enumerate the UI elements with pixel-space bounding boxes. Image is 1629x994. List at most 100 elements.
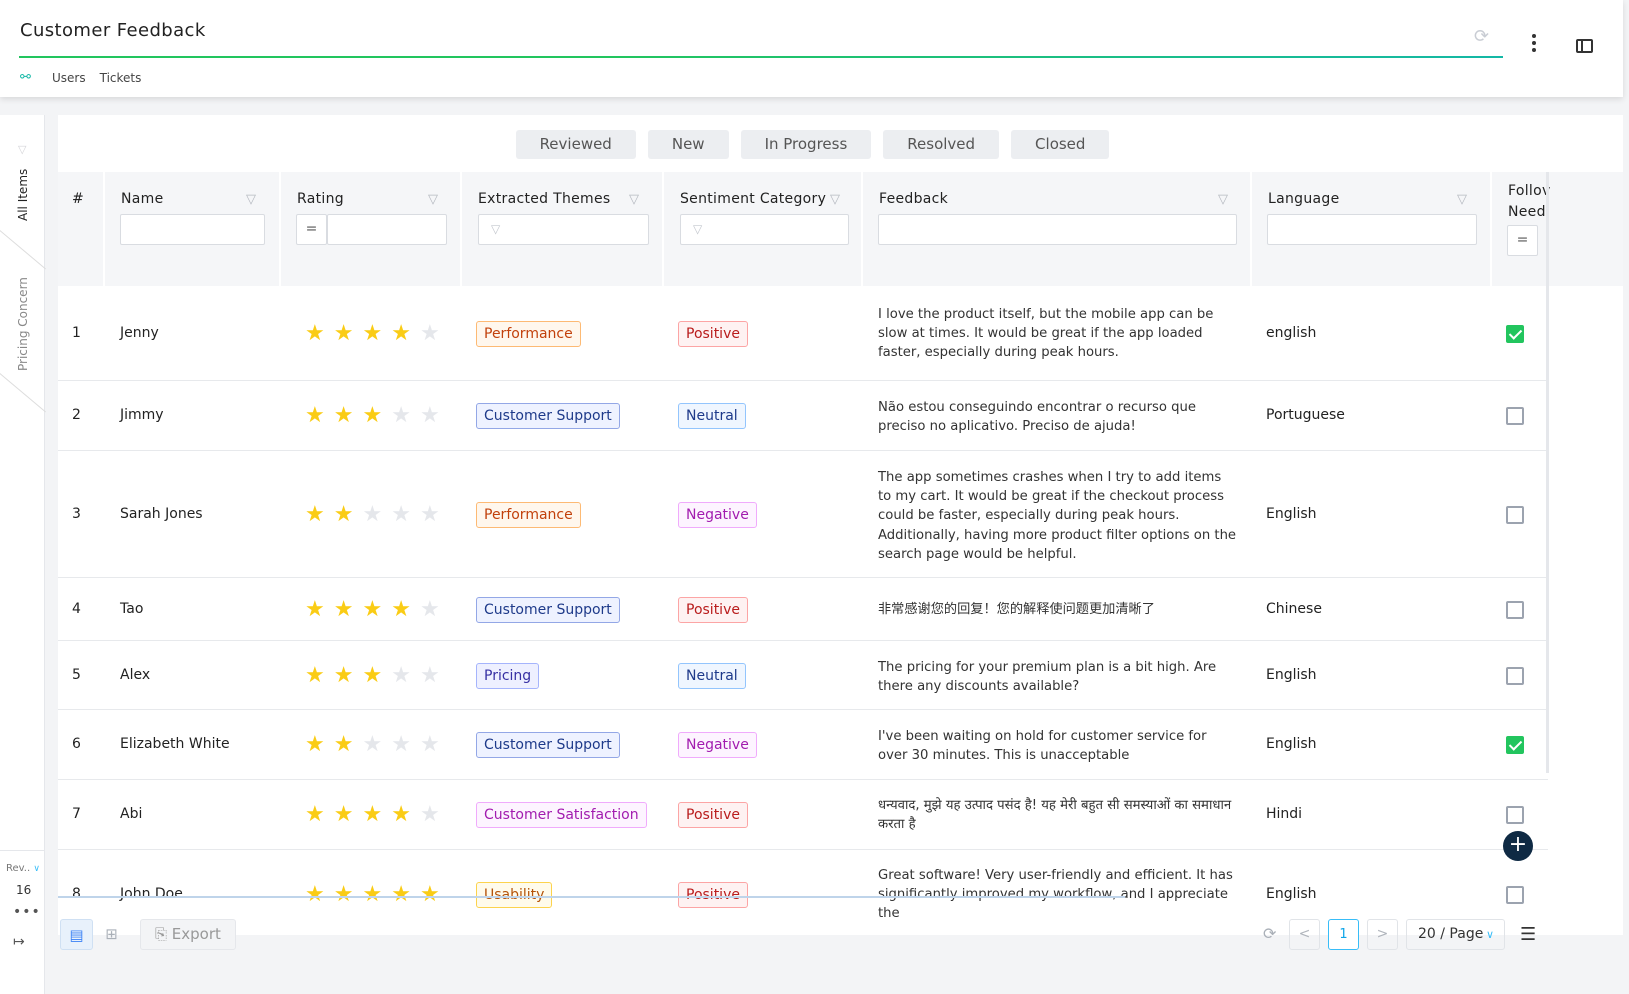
star-icon[interactable]: ★ (420, 599, 440, 621)
refresh-icon[interactable]: ⟳ (1474, 26, 1489, 47)
sentiment-filter-select[interactable]: ▽ (680, 214, 849, 245)
filter-icon[interactable]: ▽ (246, 192, 256, 207)
followup-checkbox[interactable] (1506, 506, 1524, 524)
star-icon[interactable]: ★ (391, 599, 411, 621)
followup-checkbox[interactable] (1506, 806, 1524, 824)
star-icon[interactable]: ★ (334, 405, 354, 427)
tab-new[interactable]: New (647, 130, 729, 159)
star-icon[interactable]: ★ (391, 405, 411, 427)
star-icon[interactable]: ★ (391, 665, 411, 687)
followup-checkbox[interactable] (1506, 736, 1524, 754)
star-icon[interactable]: ★ (305, 405, 325, 427)
star-icon[interactable]: ★ (362, 323, 382, 345)
star-icon[interactable]: ★ (305, 323, 325, 345)
star-icon[interactable]: ★ (305, 504, 325, 526)
followup-checkbox[interactable] (1506, 601, 1524, 619)
rating-stars[interactable]: ★ ★ ★ ★ ★ (305, 405, 440, 427)
star-icon[interactable]: ★ (420, 323, 440, 345)
star-icon[interactable]: ★ (391, 504, 411, 526)
table-row[interactable]: 1 Jenny ★ ★ ★ ★ ★ Performance Positive I love the… (58, 286, 1548, 381)
page-size-select[interactable]: 20 / Page ∨ (1406, 919, 1505, 950)
star-icon[interactable]: ★ (305, 804, 325, 826)
followup-operator-select[interactable]: = (1507, 225, 1538, 256)
table-row[interactable]: 7 Abi ★ ★ ★ ★ ★ Customer Satisfaction Positive धन… (58, 780, 1548, 850)
themes-filter-select[interactable]: ▽ (478, 214, 649, 245)
rating-stars[interactable]: ★ ★ ★ ★ ★ (305, 734, 440, 756)
star-icon[interactable]: ★ (420, 804, 440, 826)
followup-checkbox[interactable] (1506, 407, 1524, 425)
add-record-button[interactable]: + (1503, 831, 1533, 861)
star-icon[interactable]: ★ (362, 734, 382, 756)
star-icon[interactable]: ★ (420, 734, 440, 756)
toggle-panel-icon[interactable] (1576, 39, 1593, 53)
star-icon[interactable]: ★ (305, 884, 325, 906)
star-icon[interactable]: ★ (334, 599, 354, 621)
filter-icon[interactable]: ▽ (629, 192, 639, 207)
star-icon[interactable]: ★ (362, 665, 382, 687)
rev-selector[interactable]: Rev.. ∨ (6, 863, 40, 874)
feedback-filter-input[interactable] (878, 214, 1237, 245)
breadcrumb-users[interactable]: Users (52, 71, 86, 85)
star-icon[interactable]: ★ (391, 323, 411, 345)
star-icon[interactable]: ★ (362, 599, 382, 621)
breadcrumb-tickets[interactable]: Tickets (100, 71, 142, 85)
rating-filter-input[interactable] (327, 214, 447, 245)
rating-stars[interactable]: ★ ★ ★ ★ ★ (305, 665, 440, 687)
filter-icon[interactable]: ▽ (1218, 192, 1228, 207)
table-row[interactable]: 6 Elizabeth White ★ ★ ★ ★ ★ Customer Support Neg… (58, 710, 1548, 780)
star-icon[interactable]: ★ (420, 405, 440, 427)
current-page-button[interactable]: 1 (1328, 919, 1359, 950)
star-icon[interactable]: ★ (362, 405, 382, 427)
export-button[interactable]: ⎘ Export (140, 919, 236, 950)
star-icon[interactable]: ★ (305, 599, 325, 621)
star-icon[interactable]: ★ (391, 734, 411, 756)
star-icon[interactable]: ★ (420, 665, 440, 687)
language-filter-input[interactable] (1267, 214, 1477, 245)
grid-view-icon[interactable]: ⊞ (95, 919, 128, 950)
rail-tab-pricing-concern[interactable]: Pricing Concern (16, 277, 30, 371)
star-icon[interactable]: ★ (362, 504, 382, 526)
star-icon[interactable]: ★ (420, 504, 440, 526)
next-page-button[interactable]: > (1367, 919, 1398, 950)
prev-page-button[interactable]: < (1289, 919, 1320, 950)
star-icon[interactable]: ★ (334, 734, 354, 756)
name-filter-input[interactable] (120, 214, 265, 245)
star-icon[interactable]: ★ (305, 665, 325, 687)
tab-reviewed[interactable]: Reviewed (515, 130, 636, 159)
table-row[interactable]: 2 Jimmy ★ ★ ★ ★ ★ Customer Support Neutral Não es… (58, 381, 1548, 451)
hierarchy-icon[interactable]: ⚯ (20, 70, 38, 85)
star-icon[interactable]: ★ (334, 884, 354, 906)
table-row[interactable]: 3 Sarah Jones ★ ★ ★ ★ ★ Performance Negative The … (58, 451, 1548, 578)
star-icon[interactable]: ★ (420, 884, 440, 906)
table-view-icon[interactable]: ▤ (60, 919, 93, 950)
horizontal-scrollbar[interactable] (58, 896, 1125, 898)
filter-icon[interactable]: ▽ (830, 192, 840, 207)
followup-checkbox[interactable] (1506, 886, 1524, 904)
star-icon[interactable]: ★ (362, 884, 382, 906)
star-icon[interactable]: ★ (334, 323, 354, 345)
followup-checkbox[interactable] (1506, 667, 1524, 685)
rail-tab-all-items[interactable]: All Items (16, 169, 30, 221)
refresh-icon[interactable]: ⟳ (1263, 924, 1276, 943)
star-icon[interactable]: ★ (391, 804, 411, 826)
rating-stars[interactable]: ★ ★ ★ ★ ★ (305, 804, 440, 826)
star-icon[interactable]: ★ (391, 884, 411, 906)
filter-icon[interactable]: ▽ (428, 192, 438, 207)
filter-icon[interactable]: ▽ (1457, 192, 1467, 207)
rating-stars[interactable]: ★ ★ ★ ★ ★ (305, 599, 440, 621)
tab-resolved[interactable]: Resolved (883, 130, 1000, 159)
column-settings-icon[interactable]: ☰ (1520, 924, 1536, 945)
star-icon[interactable]: ★ (362, 804, 382, 826)
rating-stars[interactable]: ★ ★ ★ ★ ★ (305, 504, 440, 526)
followup-checkbox[interactable] (1506, 325, 1524, 343)
star-icon[interactable]: ★ (334, 804, 354, 826)
expand-rail-icon[interactable]: ↦ (13, 934, 25, 950)
filter-icon[interactable]: ▽ (18, 143, 26, 156)
star-icon[interactable]: ★ (334, 665, 354, 687)
more-icon[interactable]: ••• (13, 904, 41, 920)
tab-closed[interactable]: Closed (1011, 130, 1110, 159)
tab-in-progress[interactable]: In Progress (740, 130, 872, 159)
star-icon[interactable]: ★ (334, 504, 354, 526)
more-options-icon[interactable] (1530, 34, 1538, 54)
rating-operator-select[interactable]: = (296, 214, 327, 245)
